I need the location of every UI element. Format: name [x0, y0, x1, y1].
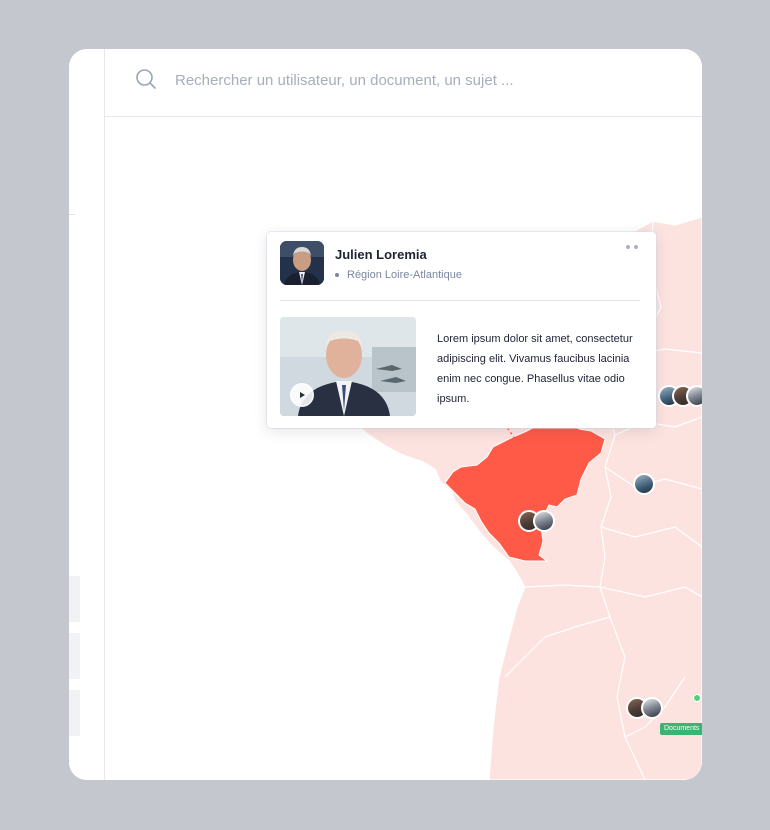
- sidebar: [69, 49, 105, 780]
- sidebar-item[interactable]: [69, 690, 80, 736]
- profile-description: Lorem ipsum dolor sit amet, consectetur …: [437, 333, 633, 405]
- map-view[interactable]: Documents Julien Loremia Région Loire-At…: [105, 117, 702, 780]
- profile-avatar[interactable]: [280, 241, 324, 285]
- user-avatar[interactable]: [533, 510, 555, 532]
- card-divider: [280, 300, 640, 301]
- play-icon: [300, 392, 305, 398]
- sidebar-item[interactable]: [69, 576, 80, 622]
- search-bar: [105, 49, 702, 117]
- app-window: Documents Julien Loremia Région Loire-At…: [69, 49, 702, 780]
- sidebar-item[interactable]: [69, 633, 80, 679]
- more-dots-icon[interactable]: [626, 244, 640, 250]
- sidebar-divider: [69, 214, 75, 215]
- profile-name: Julien Loremia: [335, 247, 427, 262]
- video-thumbnail[interactable]: [280, 317, 416, 416]
- search-icon[interactable]: [135, 68, 157, 90]
- search-input[interactable]: [173, 69, 657, 91]
- france-map[interactable]: [105, 117, 702, 780]
- user-avatar[interactable]: [633, 473, 655, 495]
- play-button[interactable]: [290, 383, 314, 407]
- user-avatar[interactable]: [641, 697, 663, 719]
- online-status-dot: [693, 694, 701, 702]
- profile-card: Julien Loremia Région Loire-Atlantique L…: [267, 232, 656, 428]
- user-avatar[interactable]: [686, 385, 702, 407]
- documents-badge[interactable]: Documents: [660, 723, 702, 735]
- region-bullet-icon: [335, 273, 339, 277]
- profile-region: Région Loire-Atlantique: [347, 269, 462, 281]
